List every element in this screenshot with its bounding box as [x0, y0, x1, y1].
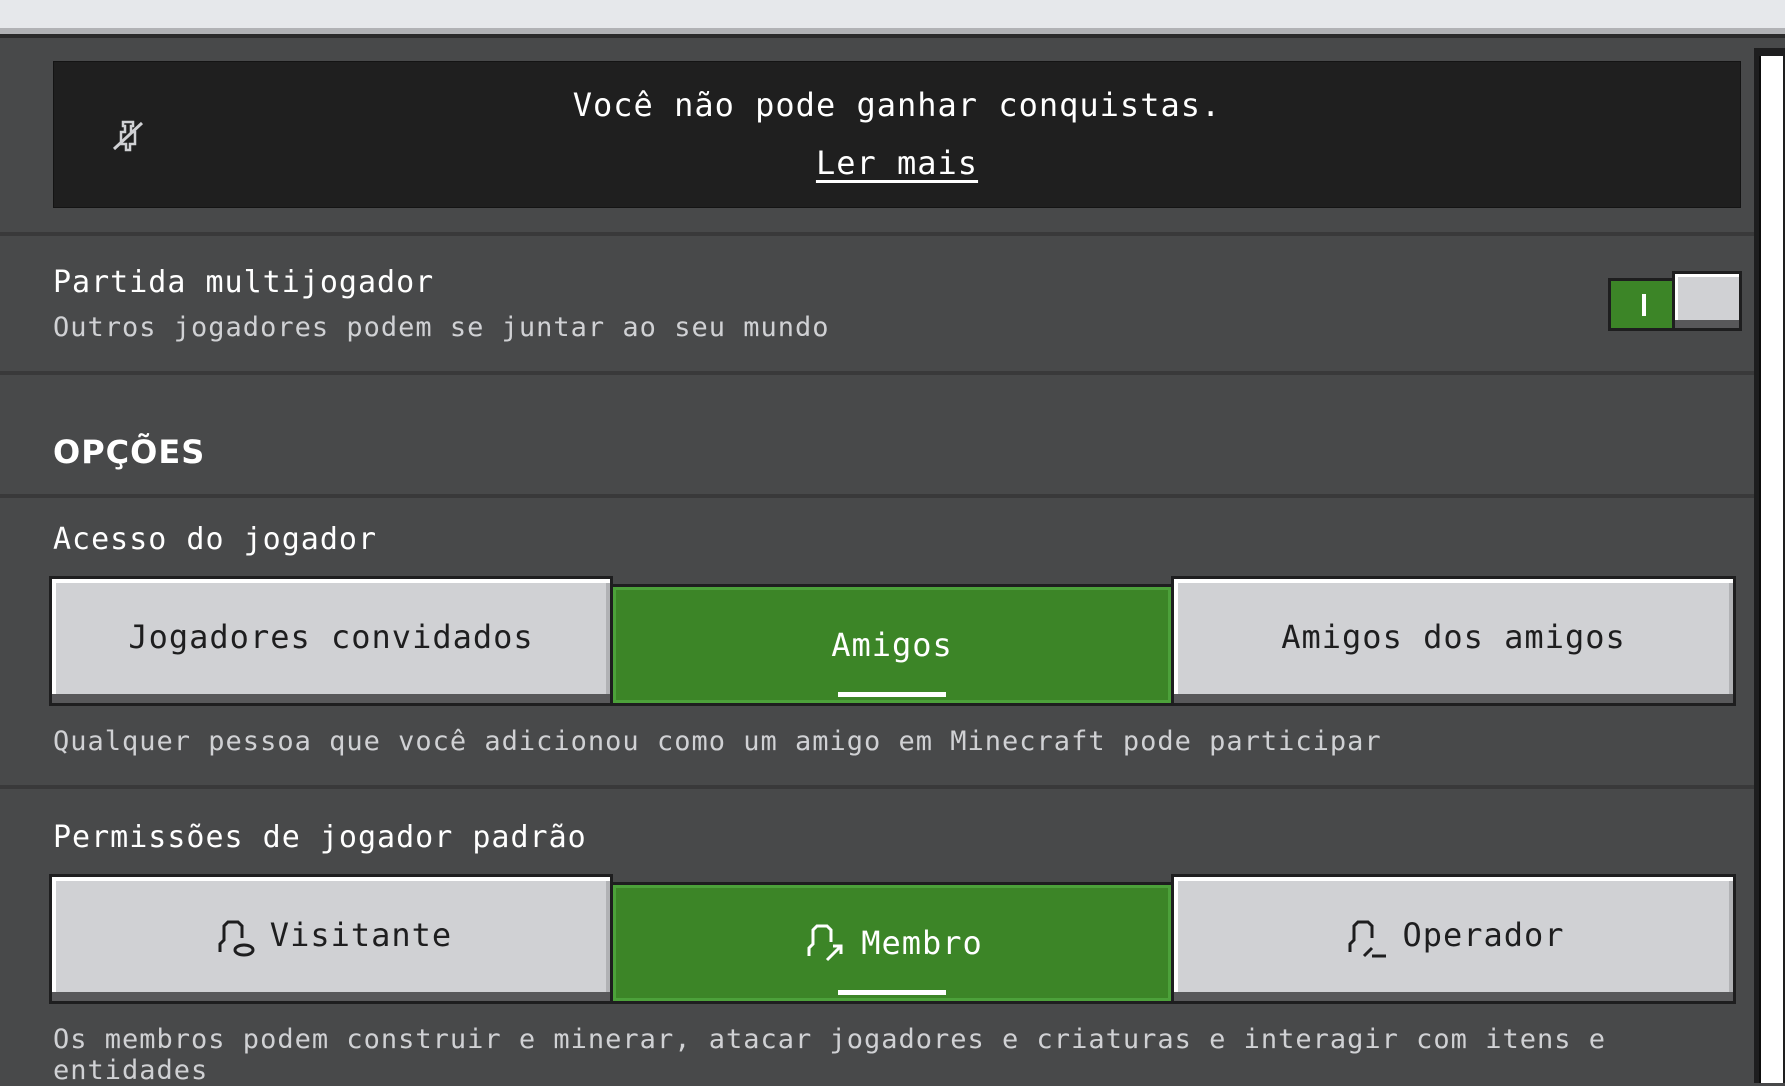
divider: [0, 232, 1754, 236]
access-option-invited-players[interactable]: Jogadores convidados: [49, 576, 613, 706]
divider: [0, 371, 1754, 375]
operator-icon: [1342, 912, 1390, 966]
default-permissions-description: Os membros podem construir e minerar, at…: [53, 1024, 1606, 1086]
access-option-label: Amigos dos amigos: [1281, 618, 1626, 656]
divider: [0, 494, 1754, 498]
achievements-warning-banner: Você não pode ganhar conquistas. Ler mai…: [53, 61, 1741, 208]
player-access-selector: Jogadores convidados Amigos Amigos dos a…: [49, 576, 1736, 706]
permission-option-label: Operador: [1402, 916, 1565, 954]
member-icon: [801, 916, 849, 970]
player-access-description: Qualquer pessoa que você adicionou como …: [53, 726, 1382, 757]
access-option-friends[interactable]: Amigos: [610, 584, 1174, 706]
player-access-title: Acesso do jogador: [53, 522, 378, 557]
permission-option-operator[interactable]: Operador: [1171, 874, 1736, 1004]
selected-indicator: [838, 692, 946, 697]
access-option-friends-of-friends[interactable]: Amigos dos amigos: [1171, 576, 1736, 706]
permission-option-label: Membro: [861, 924, 983, 962]
selected-indicator: [838, 990, 946, 995]
default-permissions-selector: Visitante Membro Operador: [49, 874, 1736, 1004]
settings-panel: Você não pode ganhar conquistas. Ler mai…: [0, 38, 1754, 1086]
permission-option-member[interactable]: Membro: [610, 882, 1174, 1004]
visitor-icon: [210, 912, 258, 966]
access-option-label: Jogadores convidados: [128, 618, 534, 656]
window-top-bar: [0, 0, 1785, 34]
divider: [0, 785, 1754, 789]
toggle-knob[interactable]: [1672, 271, 1742, 331]
access-option-label: Amigos: [831, 626, 953, 664]
permission-option-visitor[interactable]: Visitante: [49, 874, 613, 1004]
toggle-on-indicator: [1608, 278, 1678, 331]
multiplayer-subtitle: Outros jogadores podem se juntar ao seu …: [53, 312, 830, 343]
permission-option-label: Visitante: [269, 916, 453, 954]
options-section-header: OPÇÕES: [53, 433, 206, 471]
scrollbar-thumb[interactable]: [1759, 56, 1783, 1083]
read-more-link[interactable]: Ler mais: [816, 144, 978, 182]
banner-message: Você não pode ganhar conquistas.: [572, 86, 1222, 124]
default-permissions-title: Permissões de jogador padrão: [53, 820, 587, 855]
multiplayer-toggle[interactable]: [1608, 271, 1742, 331]
multiplayer-title: Partida multijogador: [53, 265, 435, 300]
